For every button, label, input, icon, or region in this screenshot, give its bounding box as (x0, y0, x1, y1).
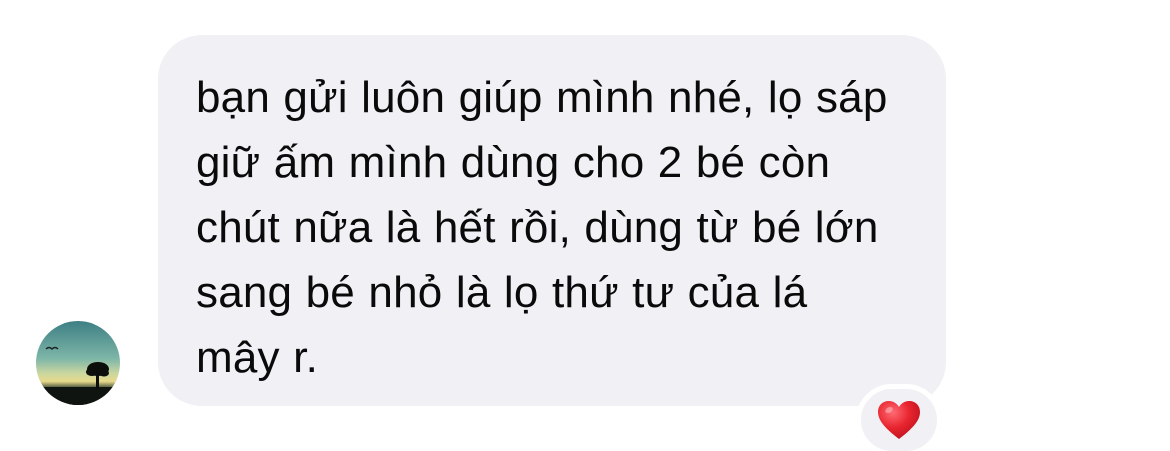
sender-avatar[interactable] (36, 321, 120, 405)
message-bubble[interactable]: bạn gửi luôn giúp mình nhé, lọ sáp giữ ấ… (158, 35, 946, 406)
red-heart-icon (878, 401, 920, 439)
chat-thread: bạn gửi luôn giúp mình nhé, lọ sáp giữ ấ… (0, 0, 1170, 451)
reaction-badge[interactable] (856, 384, 942, 451)
landscape-avatar-icon (36, 321, 120, 405)
message-text: bạn gửi luôn giúp mình nhé, lọ sáp giữ ấ… (196, 73, 888, 382)
